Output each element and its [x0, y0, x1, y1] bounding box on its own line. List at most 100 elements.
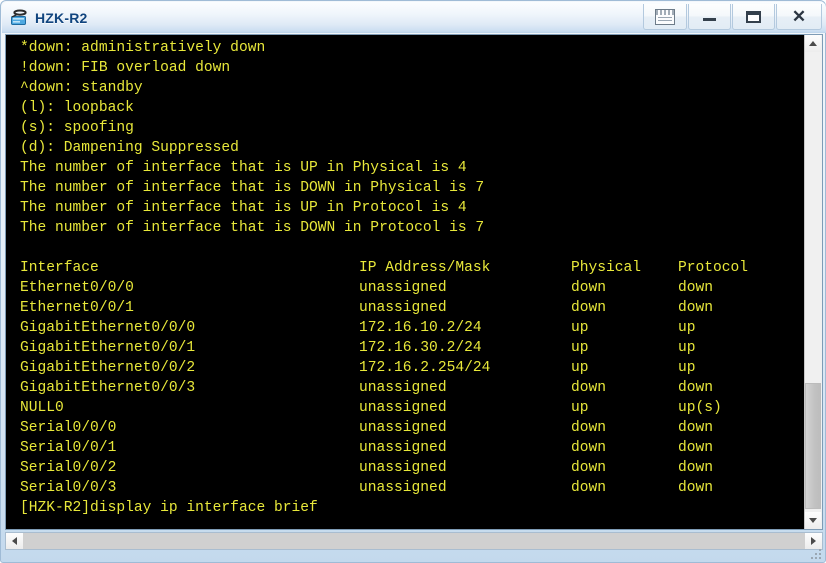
title-bar[interactable]: HZK-R2 ✕: [2, 2, 826, 33]
header-interface: Interface: [20, 260, 99, 276]
scroll-up-button[interactable]: [805, 35, 821, 52]
table-row: Ethernet0/0/0 unassigned down down: [6, 278, 804, 298]
vertical-scrollbar[interactable]: [804, 35, 822, 529]
table-row: Serial0/0/0 unassigned down down: [6, 418, 804, 438]
legend-line: (d): Dampening Suppressed: [20, 140, 239, 156]
cell-ip: unassigned: [359, 300, 447, 316]
legend-line: (s): spoofing: [20, 120, 134, 136]
cell-protocol: down: [678, 300, 714, 316]
horizontal-scrollbar[interactable]: [5, 532, 823, 550]
chevron-left-icon: [12, 537, 17, 545]
cell-interface: Serial0/0/0: [20, 420, 117, 436]
close-icon: ✕: [791, 7, 807, 26]
chevron-down-icon: [809, 518, 817, 523]
horizontal-scroll-track[interactable]: [23, 533, 805, 549]
cell-ip: unassigned: [359, 420, 447, 436]
document-window-icon: [655, 8, 675, 25]
cell-physical: down: [571, 440, 607, 456]
table-row: GigabitEthernet0/0/3 unassigned down dow…: [6, 378, 804, 398]
table-row: Serial0/0/2 unassigned down down: [6, 458, 804, 478]
table-header-row: Interface IP Address/Mask Physical Proto…: [6, 258, 804, 278]
close-button[interactable]: ✕: [776, 4, 822, 30]
window-title: HZK-R2: [35, 9, 88, 26]
cell-physical: up: [571, 320, 589, 336]
cell-ip: unassigned: [359, 460, 447, 476]
legend-line: *down: administratively down: [20, 40, 266, 56]
resize-grip[interactable]: [810, 548, 823, 561]
table-row: GigabitEthernet0/0/0 172.16.10.2/24 up u…: [6, 318, 804, 338]
cell-interface: Serial0/0/2: [20, 460, 117, 476]
cell-physical: down: [571, 480, 607, 496]
vertical-scroll-thumb[interactable]: [805, 383, 821, 509]
cell-interface: GigabitEthernet0/0/2: [20, 360, 196, 376]
cell-protocol: up: [678, 360, 696, 376]
cell-interface: NULL0: [20, 400, 64, 416]
maximize-button[interactable]: [732, 4, 775, 30]
cell-ip: 172.16.2.254/24: [359, 360, 491, 376]
cell-ip: unassigned: [359, 380, 447, 396]
cell-protocol: down: [678, 380, 714, 396]
header-protocol: Protocol: [678, 260, 749, 276]
cell-interface: Serial0/0/3: [20, 480, 117, 496]
chevron-up-icon: [809, 41, 817, 46]
count-line: The number of interface that is UP in Ph…: [20, 160, 467, 176]
legend-line: (l): loopback: [20, 100, 134, 116]
cell-physical: down: [571, 280, 607, 296]
cell-interface: Ethernet0/0/1: [20, 300, 134, 316]
cell-ip: unassigned: [359, 400, 447, 416]
chevron-right-icon: [811, 537, 816, 545]
scroll-right-button[interactable]: [805, 533, 822, 549]
cell-ip: unassigned: [359, 440, 447, 456]
router-device-icon: [9, 8, 29, 28]
help-button[interactable]: [643, 4, 687, 30]
cell-protocol: up: [678, 320, 696, 336]
header-physical: Physical: [571, 260, 642, 276]
table-row: Serial0/0/1 unassigned down down: [6, 438, 804, 458]
cell-interface: GigabitEthernet0/0/1: [20, 340, 196, 356]
count-line: The number of interface that is DOWN in …: [20, 180, 485, 196]
cell-protocol: down: [678, 280, 714, 296]
table-row: Serial0/0/3 unassigned down down: [6, 478, 804, 498]
scroll-left-button[interactable]: [6, 533, 23, 549]
cell-protocol: up(s): [678, 400, 722, 416]
command-prompt-line: [HZK-R2]display ip interface brief: [20, 500, 318, 516]
cell-interface: Ethernet0/0/0: [20, 280, 134, 296]
terminal-area: *down: administratively down !down: FIB …: [5, 34, 823, 530]
minimize-icon: [703, 18, 716, 21]
table-row: Ethernet0/0/1 unassigned down down: [6, 298, 804, 318]
cell-physical: down: [571, 380, 607, 396]
cell-physical: up: [571, 340, 589, 356]
cell-physical: up: [571, 360, 589, 376]
count-line: The number of interface that is DOWN in …: [20, 220, 485, 236]
cell-ip: unassigned: [359, 280, 447, 296]
terminal-output[interactable]: *down: administratively down !down: FIB …: [6, 35, 804, 529]
count-line: The number of interface that is UP in Pr…: [20, 200, 467, 216]
cell-protocol: down: [678, 480, 714, 496]
cell-protocol: down: [678, 460, 714, 476]
cell-interface: Serial0/0/1: [20, 440, 117, 456]
cell-physical: down: [571, 300, 607, 316]
cell-ip: unassigned: [359, 480, 447, 496]
maximize-icon: [746, 10, 761, 23]
legend-line: ^down: standby: [20, 80, 143, 96]
cell-interface: GigabitEthernet0/0/0: [20, 320, 196, 336]
table-row: NULL0 unassigned up up(s): [6, 398, 804, 418]
cell-ip: 172.16.30.2/24: [359, 340, 482, 356]
cell-ip: 172.16.10.2/24: [359, 320, 482, 336]
cell-physical: down: [571, 420, 607, 436]
cell-interface: GigabitEthernet0/0/3: [20, 380, 196, 396]
legend-line: !down: FIB overload down: [20, 60, 231, 76]
cell-physical: up: [571, 400, 589, 416]
cell-physical: down: [571, 460, 607, 476]
terminal-window: HZK-R2 ✕ *down: administratively down !d…: [0, 0, 826, 563]
cell-protocol: down: [678, 420, 714, 436]
minimize-button[interactable]: [688, 4, 731, 30]
window-controls: ✕: [643, 4, 822, 30]
header-ip: IP Address/Mask: [359, 260, 491, 276]
table-row: GigabitEthernet0/0/1 172.16.30.2/24 up u…: [6, 338, 804, 358]
cell-protocol: down: [678, 440, 714, 456]
cell-protocol: up: [678, 340, 696, 356]
scroll-down-button[interactable]: [805, 512, 821, 529]
table-row: GigabitEthernet0/0/2 172.16.2.254/24 up …: [6, 358, 804, 378]
